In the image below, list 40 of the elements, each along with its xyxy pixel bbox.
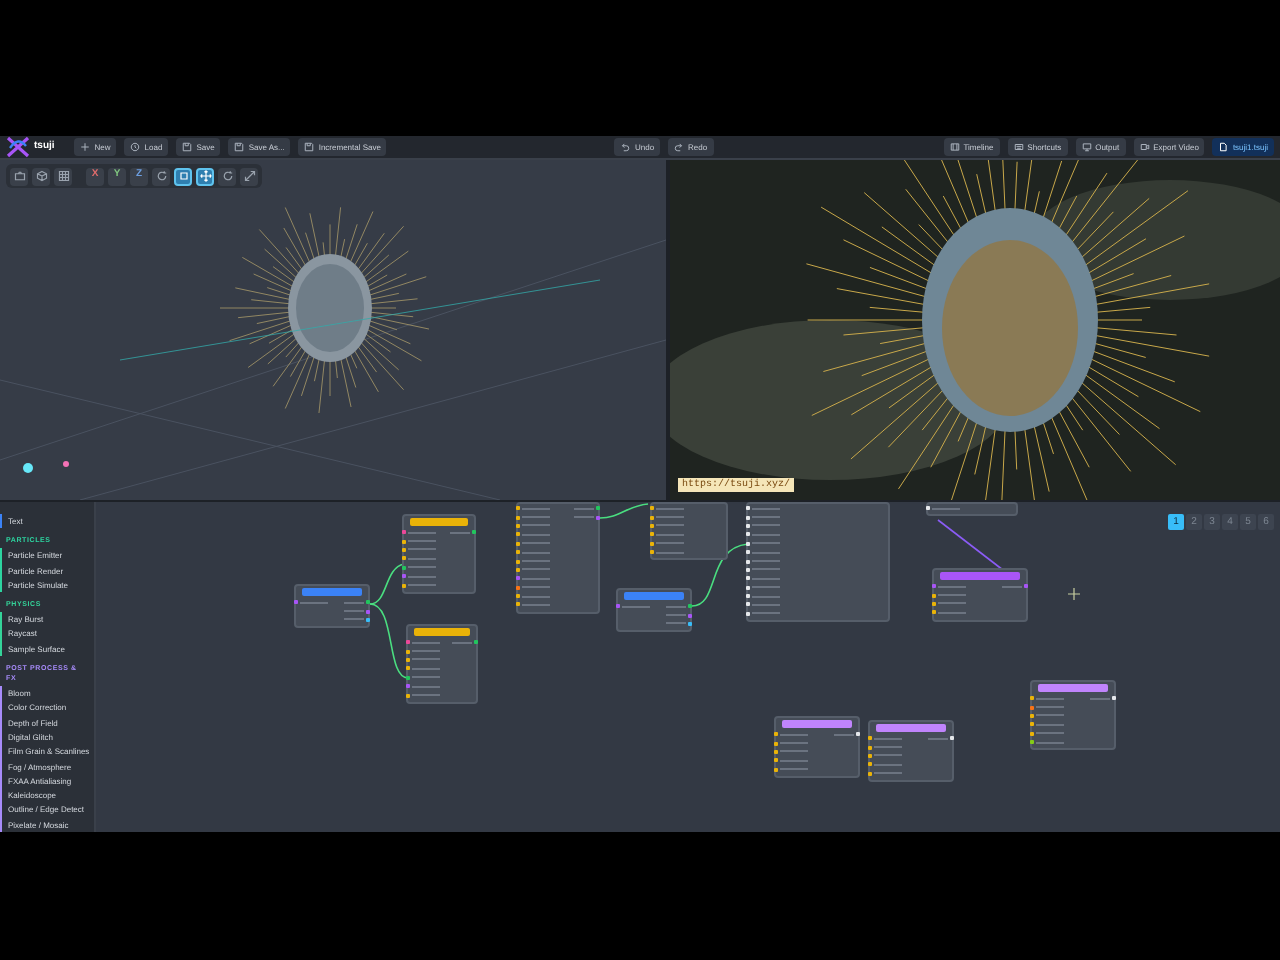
graph-node[interactable] [406,624,478,704]
sculpture-drawing [288,254,372,362]
film-icon [949,142,960,152]
viewport-tool-button[interactable] [174,167,192,185]
save-icon [234,142,245,152]
keyboard-icon [1013,142,1024,152]
connection-wire [599,503,649,519]
light-marker-icon[interactable] [63,461,69,467]
redo-icon [674,142,685,152]
graph-node[interactable] [402,514,476,594]
grid-icon [57,170,69,182]
save-icon [304,142,315,152]
graph-node[interactable] [868,720,954,782]
expand-icon [243,170,255,182]
rotate-icon [155,170,167,182]
app-logo-icon [6,136,30,158]
viewport-tool-button[interactable] [196,167,214,185]
undo-icon [620,142,631,152]
connection-wire [691,543,749,607]
file-icon [1218,142,1229,152]
graph-node[interactable] [294,584,370,629]
move-arrows-icon [199,170,211,182]
plus-icon [80,142,91,152]
graph-node[interactable] [774,716,860,778]
graph-node[interactable] [516,502,600,614]
square-icon [177,170,189,182]
graph-node[interactable] [650,502,728,561]
cube-icon [35,170,47,182]
graph-node[interactable] [746,502,890,623]
graph-node[interactable] [1030,680,1116,751]
graph-node[interactable] [616,588,692,633]
light-marker-icon[interactable] [23,463,33,473]
monitor-icon [1081,142,1092,152]
crosshair-icon [1068,588,1080,600]
graph-node[interactable] [932,568,1028,622]
video-camera-icon [1139,142,1150,152]
save-icon [182,142,193,152]
graph-node[interactable] [926,502,1018,517]
rotate-icon [221,170,233,182]
clock-icon [130,142,141,152]
